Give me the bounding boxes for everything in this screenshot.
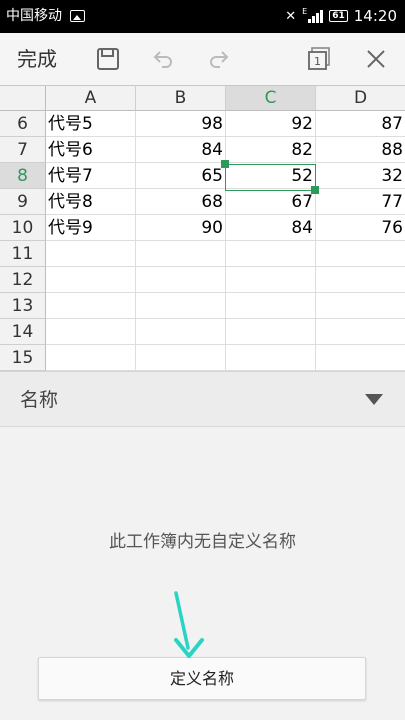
cell-d14[interactable] xyxy=(316,319,405,345)
row-header[interactable]: 15 xyxy=(0,345,46,371)
cell-b11[interactable] xyxy=(136,241,226,267)
redo-icon[interactable] xyxy=(206,46,232,72)
cell-a13[interactable] xyxy=(46,293,136,319)
cell-c11[interactable] xyxy=(226,241,316,267)
cell-a7[interactable]: 代号6 xyxy=(46,137,136,163)
cell-c13[interactable] xyxy=(226,293,316,319)
column-header-c[interactable]: C xyxy=(226,86,316,111)
cell-a9[interactable]: 代号8 xyxy=(46,189,136,215)
cell-a12[interactable] xyxy=(46,267,136,293)
cell-b8[interactable]: 65 xyxy=(136,163,226,189)
select-all-corner[interactable] xyxy=(0,86,46,111)
carrier-label: 中国移动 xyxy=(6,8,62,24)
done-button[interactable]: 完成 xyxy=(17,46,57,72)
cell-a6[interactable]: 代号5 xyxy=(46,111,136,137)
clock-label: 14:20 xyxy=(353,7,397,25)
cell-c10[interactable]: 84 xyxy=(226,215,316,241)
cell-c15[interactable] xyxy=(226,345,316,371)
signal-icon xyxy=(308,9,324,23)
row-header[interactable]: 13 xyxy=(0,293,46,319)
cell-b7[interactable]: 84 xyxy=(136,137,226,163)
toolbar: 完成 1 xyxy=(0,33,405,85)
cell-a11[interactable] xyxy=(46,241,136,267)
cell-b12[interactable] xyxy=(136,267,226,293)
cell-d12[interactable] xyxy=(316,267,405,293)
selection-handle-top-left[interactable] xyxy=(221,160,229,168)
undo-icon[interactable] xyxy=(150,46,176,72)
status-right: ✕ E 61 14:20 xyxy=(285,6,397,26)
dropdown-arrow-icon[interactable] xyxy=(365,394,383,405)
define-name-button[interactable]: 定义名称 xyxy=(38,657,366,700)
image-notification-icon xyxy=(70,10,85,22)
cell-a10[interactable]: 代号9 xyxy=(46,215,136,241)
row-header[interactable]: 11 xyxy=(0,241,46,267)
spreadsheet-grid[interactable]: A B C D 6 代号5 98 92 87 7 代号6 84 82 88 8 代号7 65 52 32 9 代号8 68… xyxy=(0,85,405,371)
cell-c6[interactable]: 92 xyxy=(226,111,316,137)
cell-c7[interactable]: 82 xyxy=(226,137,316,163)
cell-c14[interactable] xyxy=(226,319,316,345)
selection-handle-bottom-right[interactable] xyxy=(311,186,319,194)
cell-b9[interactable]: 68 xyxy=(136,189,226,215)
row-header[interactable]: 6 xyxy=(0,111,46,137)
empty-names-message: 此工作簿内无自定义名称 xyxy=(109,532,296,552)
cell-a8[interactable]: 代号7 xyxy=(46,163,136,189)
cell-a15[interactable] xyxy=(46,345,136,371)
cell-c12[interactable] xyxy=(226,267,316,293)
sheet-switch-icon[interactable]: 1 xyxy=(306,46,332,72)
cell-b6[interactable]: 98 xyxy=(136,111,226,137)
name-panel-body: 此工作簿内无自定义名称 定义名称 xyxy=(0,427,405,720)
cell-d13[interactable] xyxy=(316,293,405,319)
network-type-label: E xyxy=(302,6,308,16)
name-panel-header[interactable]: 名称 xyxy=(0,371,405,427)
cell-d11[interactable] xyxy=(316,241,405,267)
row-header[interactable]: 10 xyxy=(0,215,46,241)
cell-c8[interactable]: 52 xyxy=(226,163,316,189)
cell-d6[interactable]: 87 xyxy=(316,111,405,137)
cell-c9[interactable]: 67 xyxy=(226,189,316,215)
row-header[interactable]: 12 xyxy=(0,267,46,293)
mute-icon: ✕ xyxy=(285,8,297,24)
name-panel-title: 名称 xyxy=(20,389,59,411)
cell-d8[interactable]: 32 xyxy=(316,163,405,189)
row-header[interactable]: 8 xyxy=(0,163,46,189)
row-header[interactable]: 14 xyxy=(0,319,46,345)
save-icon[interactable] xyxy=(95,46,121,72)
cell-d10[interactable]: 76 xyxy=(316,215,405,241)
row-header[interactable]: 7 xyxy=(0,137,46,163)
cell-d9[interactable]: 77 xyxy=(316,189,405,215)
annotation-arrow-icon xyxy=(174,591,204,658)
cell-d7[interactable]: 88 xyxy=(316,137,405,163)
row-header[interactable]: 9 xyxy=(0,189,46,215)
cell-b15[interactable] xyxy=(136,345,226,371)
app-root: 中国移动 ✕ E 61 14:20 完成 1 A B C D 6 代号5 98 92 87 7 代 xyxy=(0,0,405,720)
column-header-d[interactable]: D xyxy=(316,86,405,111)
close-icon[interactable] xyxy=(363,46,389,72)
cell-b13[interactable] xyxy=(136,293,226,319)
cell-d15[interactable] xyxy=(316,345,405,371)
cell-b14[interactable] xyxy=(136,319,226,345)
cell-a14[interactable] xyxy=(46,319,136,345)
column-header-a[interactable]: A xyxy=(46,86,136,111)
status-bar: 中国移动 ✕ E 61 14:20 xyxy=(0,0,405,33)
battery-icon: 61 xyxy=(329,10,348,22)
column-header-b[interactable]: B xyxy=(136,86,226,111)
sheet-count-label: 1 xyxy=(314,55,321,68)
cell-b10[interactable]: 90 xyxy=(136,215,226,241)
